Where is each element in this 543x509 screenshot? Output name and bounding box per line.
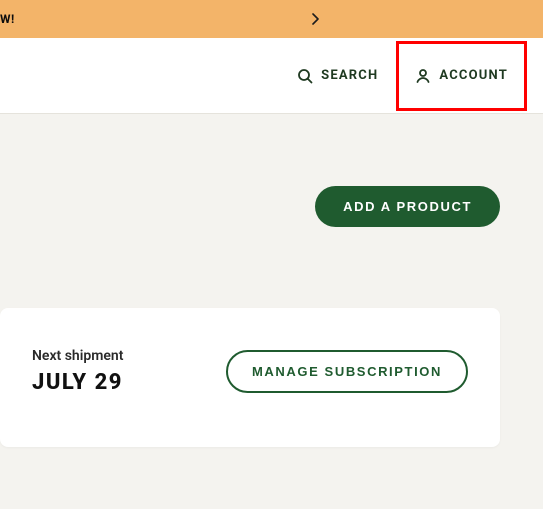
next-shipment-label: Next shipment (32, 348, 123, 364)
add-product-button[interactable]: ADD A PRODUCT (315, 186, 500, 227)
promo-banner: W! (0, 0, 543, 38)
account-button[interactable]: ACCOUNT (396, 41, 527, 111)
search-label: SEARCH (321, 68, 378, 83)
subscription-card: Next shipment JULY 29 MANAGE SUBSCRIPTIO… (0, 308, 500, 447)
site-header: SEARCH ACCOUNT (0, 38, 543, 114)
shipment-info: Next shipment JULY 29 (32, 348, 123, 395)
next-shipment-date: JULY 29 (32, 370, 123, 395)
search-icon (297, 68, 313, 84)
main-content: ADD A PRODUCT Next shipment JULY 29 MANA… (0, 114, 543, 509)
chevron-right-icon[interactable] (310, 13, 320, 25)
user-icon (415, 68, 431, 84)
banner-text-fragment: W! (0, 12, 15, 26)
search-button[interactable]: SEARCH (285, 58, 390, 94)
manage-subscription-button[interactable]: MANAGE SUBSCRIPTION (226, 350, 468, 393)
account-label: ACCOUNT (439, 68, 508, 83)
